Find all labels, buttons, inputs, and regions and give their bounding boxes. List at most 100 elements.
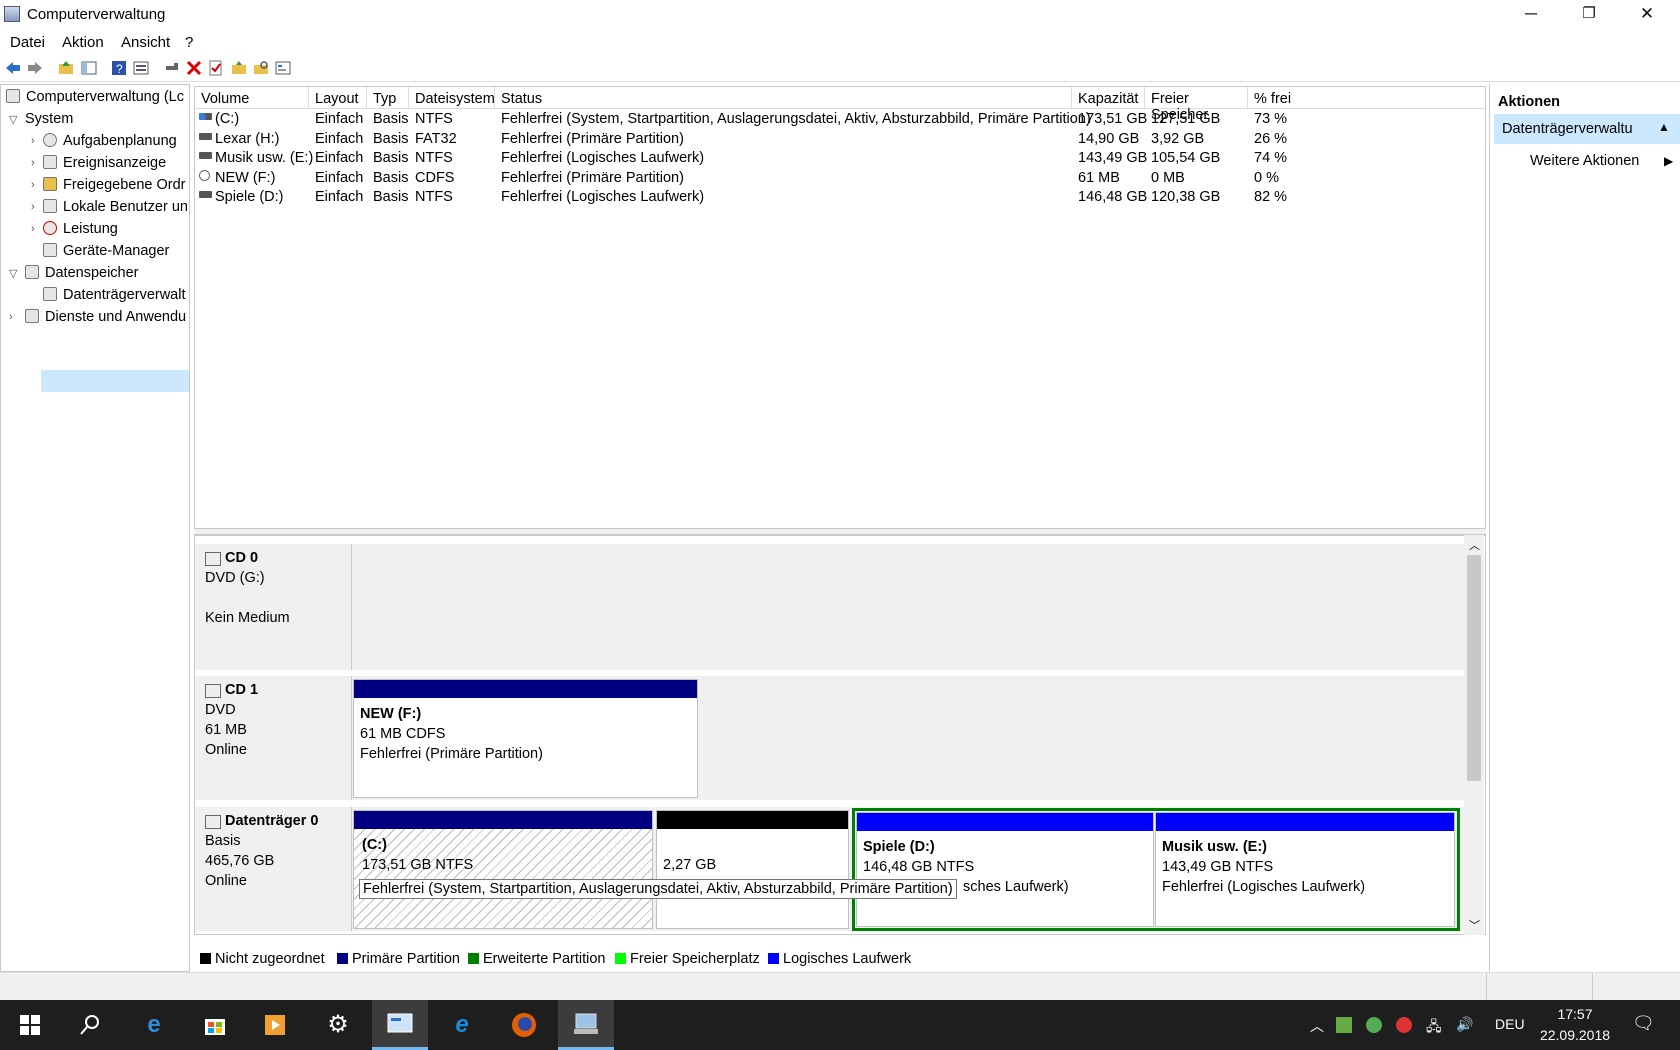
partition-unallocated[interactable]: 2,27 GB <box>656 810 849 929</box>
chevron-right-icon[interactable]: › <box>31 179 35 191</box>
col-header-typ[interactable]: Typ <box>367 87 409 109</box>
disk-header-cd1[interactable]: CD 1 DVD 61 MB Online <box>195 676 352 800</box>
table-cell: 14,90 GB <box>1078 130 1140 147</box>
maximize-button[interactable]: ❐ <box>1560 0 1618 30</box>
tray-chrome-icon[interactable] <box>1396 1017 1412 1033</box>
tree-node-system[interactable]: ▽ System <box>9 111 73 131</box>
graph-vertical-scrollbar[interactable]: ︿ ﹀ <box>1464 535 1484 935</box>
settings-gear-icon[interactable]: ⚙ <box>310 1000 366 1050</box>
partition-new-f[interactable]: NEW (F:) 61 MB CDFS Fehlerfrei (Primäre … <box>353 679 698 798</box>
minimize-button[interactable]: ─ <box>1502 0 1560 30</box>
legend-unallocated: Nicht zugeordnet <box>200 951 325 967</box>
tray-app-icon[interactable] <box>1336 1017 1352 1033</box>
search-button[interactable] <box>62 1000 118 1050</box>
actions-section-diskmgmt[interactable]: Datenträgerverwaltu ▲ <box>1494 114 1680 144</box>
edge-icon[interactable]: e <box>126 1000 182 1050</box>
table-cell: 3,92 GB <box>1151 130 1205 147</box>
show-hide-tree-icon[interactable] <box>81 60 97 76</box>
network-icon[interactable]: 🖧 <box>1426 1016 1442 1040</box>
chevron-down-icon[interactable]: ▽ <box>9 267 17 280</box>
connect-icon[interactable] <box>164 60 180 76</box>
disk-header-cd0[interactable]: CD 0 DVD (G:) Kein Medium <box>195 544 352 670</box>
chevron-right-icon[interactable]: › <box>31 135 35 147</box>
chevron-right-icon[interactable]: › <box>31 223 35 235</box>
start-button[interactable] <box>2 1000 58 1050</box>
chevron-right-icon[interactable]: › <box>31 201 35 213</box>
partition-spiele-d[interactable]: Spiele (D:) 146,48 GB NTFS sches Laufwer… <box>856 812 1154 927</box>
table-row[interactable]: (C:) Einfach Basis NTFS Fehlerfrei (System, … <box>195 109 1485 130</box>
drive-icon <box>199 132 212 140</box>
partition-musik-e[interactable]: Musik usw. (E:) 143,49 GB NTFS Fehlerfre… <box>1155 812 1455 927</box>
more-actions-link[interactable]: Weitere Aktionen <box>1530 153 1639 169</box>
forward-icon[interactable] <box>27 60 43 76</box>
menu-aktion[interactable]: Aktion <box>62 34 104 51</box>
tray-sync-icon[interactable] <box>1366 1017 1382 1033</box>
explorer-active-icon[interactable] <box>372 1000 428 1050</box>
menu-help[interactable]: ? <box>185 34 193 51</box>
tree-node-leistung[interactable]: › Leistung <box>31 221 118 241</box>
chevron-right-icon[interactable]: › <box>9 311 13 323</box>
submenu-arrow-icon: ▶ <box>1664 154 1674 168</box>
media-player-icon[interactable] <box>247 1000 303 1050</box>
col-header-status[interactable]: Status <box>495 87 1072 109</box>
table-cell: NTFS <box>415 150 453 167</box>
partition-size: 143,49 GB NTFS <box>1162 859 1274 875</box>
col-header-dateisystem[interactable]: Dateisystem <box>409 87 495 109</box>
chevron-right-icon[interactable]: › <box>31 157 35 169</box>
disk-header-disk0[interactable]: Datenträger 0 Basis 465,76 GB Online <box>195 807 352 931</box>
close-button[interactable]: ✕ <box>1618 0 1676 30</box>
tree-node-datentraegerverwaltung[interactable]: Datenträgerverwalt <box>43 287 186 307</box>
menu-ansicht[interactable]: Ansicht <box>121 34 170 51</box>
table-row[interactable]: Musik usw. (E:) Einfach Basis NTFS Fehlerfre… <box>195 148 1485 169</box>
menu-datei[interactable]: Datei <box>10 34 45 51</box>
tree-node-geraete-manager[interactable]: Geräte-Manager <box>43 243 169 263</box>
table-row[interactable]: NEW (F:) Einfach Basis CDFS Fehlerfrei (Prim… <box>195 168 1485 189</box>
tree-node-dienste[interactable]: › Dienste und Anwendu <box>9 309 186 329</box>
scroll-thumb[interactable] <box>1467 555 1481 781</box>
col-header-volume[interactable]: Volume <box>195 87 309 109</box>
internet-explorer-icon[interactable]: e <box>434 1000 490 1050</box>
device-manager-icon <box>43 243 57 257</box>
delete-icon[interactable] <box>186 60 202 76</box>
tree-root-computerverwaltung[interactable]: Computerverwaltung (Lc <box>6 89 184 109</box>
scroll-down-arrow[interactable]: ﹀ <box>1469 917 1480 933</box>
table-row[interactable]: Lexar (H:) Einfach Basis FAT32 Fehlerfrei (P… <box>195 129 1485 150</box>
back-icon[interactable] <box>5 60 21 76</box>
open-icon[interactable] <box>231 60 247 76</box>
store-icon[interactable] <box>187 1000 243 1050</box>
tree-node-aufgabenplanung[interactable]: › Aufgabenplanung <box>31 133 177 153</box>
up-folder-icon[interactable] <box>58 60 74 76</box>
volume-icon[interactable]: 🔊 <box>1456 1016 1473 1033</box>
table-cell: Basis <box>373 189 409 206</box>
properties-icon[interactable] <box>133 60 149 76</box>
tree-node-datenspeicher[interactable]: ▽ Datenspeicher <box>9 265 139 285</box>
clock[interactable]: 17:57 22.09.2018 <box>1535 1004 1615 1046</box>
tree-node-lokale-benutzer[interactable]: › Lokale Benutzer un <box>31 199 188 219</box>
explore-icon[interactable] <box>253 60 269 76</box>
computer-management-task-icon[interactable] <box>558 1000 614 1050</box>
tree-node-freigegebene-ordner[interactable]: › Freigegebene Ordr <box>31 177 186 197</box>
scroll-up-arrow[interactable]: ︿ <box>1469 537 1480 553</box>
tray-overflow-chevron-icon[interactable]: ︿ <box>1310 1016 1324 1036</box>
disk-management-icon <box>43 287 57 301</box>
table-row[interactable]: Spiele (D:) Einfach Basis NTFS Fehlerfrei (L… <box>195 187 1485 208</box>
navigation-tree: Computerverwaltung (Lc ▽ System › Aufgaben… <box>0 84 190 972</box>
help-icon[interactable]: ? <box>111 60 127 76</box>
collapse-up-icon[interactable]: ▲ <box>1658 120 1670 134</box>
check-icon[interactable] <box>208 60 224 76</box>
col-header-prozent-frei[interactable]: % frei <box>1248 87 1485 109</box>
col-header-kapazitaet[interactable]: Kapazität <box>1072 87 1145 109</box>
disk-state: Online <box>205 742 247 758</box>
notification-center-icon[interactable]: 🗨 <box>1632 1013 1655 1034</box>
partition-c[interactable]: (C:) 173,51 GB NTFS <box>353 810 653 929</box>
language-indicator[interactable]: DEU <box>1495 1016 1525 1032</box>
tree-node-ereignisanzeige[interactable]: › Ereignisanzeige <box>31 155 166 175</box>
firefox-icon[interactable] <box>496 1000 552 1050</box>
table-cell: Musik usw. (E:) <box>215 150 314 167</box>
svg-text:?: ? <box>116 62 123 76</box>
chevron-down-icon[interactable]: ▽ <box>9 113 17 126</box>
console-icon[interactable] <box>275 60 291 76</box>
col-header-freier-speicher[interactable]: Freier Speicher <box>1145 87 1248 123</box>
col-header-layout[interactable]: Layout <box>309 87 367 109</box>
table-cell: Einfach <box>315 189 364 206</box>
